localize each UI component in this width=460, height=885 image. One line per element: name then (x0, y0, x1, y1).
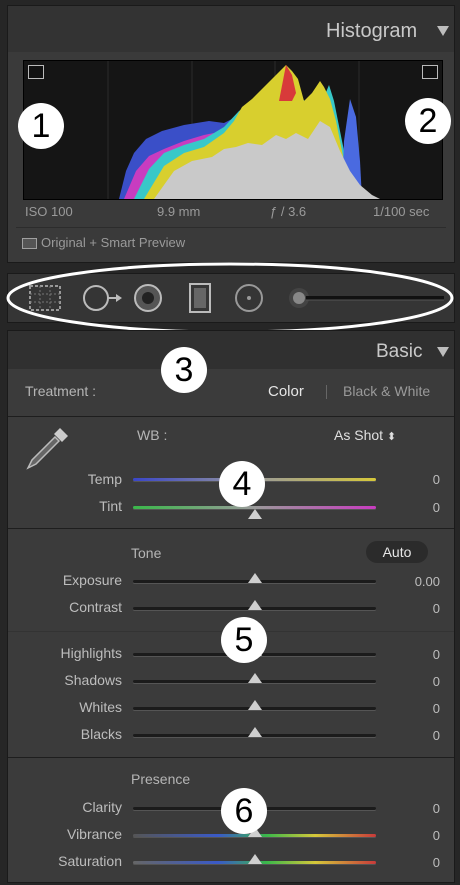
graduated-filter-icon (189, 283, 211, 313)
aperture-readout: ƒ / 3.6 (270, 204, 307, 219)
contrast-label: Contrast (69, 599, 122, 615)
wb-preset-value: As Shot (334, 427, 384, 443)
treatment-bw-option[interactable]: Black & White (343, 383, 430, 399)
histogram-title: Histogram (326, 20, 418, 42)
blacks-label: Blacks (80, 726, 122, 742)
wb-label: WB : (137, 427, 168, 443)
highlight-clipping-toggle[interactable] (422, 65, 438, 79)
preview-divider (16, 227, 446, 228)
treatment-label: Treatment : (25, 383, 97, 399)
clarity-label: Clarity (82, 799, 122, 815)
crop-overlay-icon (29, 285, 61, 311)
whites-slider-thumb[interactable] (248, 700, 262, 710)
radial-filter-icon (235, 284, 263, 312)
vibrance-label: Vibrance (66, 826, 122, 842)
shadows-label: Shadows (64, 672, 122, 688)
exposure-label: Exposure (62, 572, 122, 588)
shadows-slider-thumb[interactable] (248, 673, 262, 683)
saturation-slider-thumb[interactable] (248, 854, 262, 864)
smart-preview-label[interactable]: Original + Smart Preview (41, 235, 185, 250)
shutter-readout: 1/100 sec (373, 204, 430, 219)
annotation-5: 5 (221, 617, 267, 663)
annotation-2: 2 (405, 98, 451, 144)
whites-value[interactable]: 0 (390, 701, 440, 716)
treatment-color-option[interactable]: Color (268, 383, 304, 400)
spot-removal-icon (83, 285, 122, 311)
tone-label: Tone (131, 545, 162, 561)
collapse-triangle-icon[interactable] (437, 26, 449, 36)
contrast-slider-thumb[interactable] (248, 600, 262, 610)
saturation-value[interactable]: 0 (390, 855, 440, 870)
wb-preset-select[interactable]: As Shot ⬍ (334, 427, 396, 443)
annotation-6: 6 (221, 788, 267, 834)
iso-readout: ISO 100 (25, 204, 73, 219)
highlights-value[interactable]: 0 (390, 647, 440, 662)
divider (8, 416, 454, 417)
temp-label: Temp (87, 471, 122, 487)
vibrance-value[interactable]: 0 (390, 828, 440, 843)
adjustment-brush-icon (289, 288, 444, 308)
tool-strip-icons (6, 262, 454, 334)
presence-label: Presence (131, 771, 191, 787)
exposure-slider-thumb[interactable] (248, 573, 262, 583)
focal-length-readout: 9.9 mm (157, 204, 201, 219)
treatment-separator (326, 385, 327, 399)
smart-preview-icon (22, 238, 37, 249)
shadows-value[interactable]: 0 (390, 674, 440, 689)
blacks-slider-thumb[interactable] (248, 727, 262, 737)
whites-label: Whites (79, 699, 122, 715)
blacks-value[interactable]: 0 (390, 728, 440, 743)
saturation-label: Saturation (58, 853, 122, 869)
auto-tone-button[interactable]: Auto (366, 541, 428, 563)
highlights-label: Highlights (60, 645, 122, 661)
eyedropper-icon[interactable] (22, 420, 74, 472)
collapse-triangle-icon[interactable] (437, 347, 449, 357)
contrast-value[interactable]: 0 (390, 601, 440, 616)
annotation-3: 3 (161, 347, 207, 393)
tint-label: Tint (99, 498, 122, 514)
histogram-graph (107, 61, 380, 199)
histogram-panel: Histogram ISO 100 9.9 mm ƒ / 3.6 1/100 s… (7, 5, 455, 263)
temp-value[interactable]: 0 (390, 472, 440, 487)
clarity-value[interactable]: 0 (390, 801, 440, 816)
shadow-clipping-toggle[interactable] (28, 65, 44, 79)
annotation-4: 4 (219, 461, 265, 507)
annotation-1: 1 (18, 103, 64, 149)
divider (8, 757, 454, 758)
histogram-canvas[interactable] (23, 60, 443, 200)
divider (8, 528, 454, 529)
basic-title: Basic (376, 341, 423, 362)
exposure-value[interactable]: 0.00 (390, 574, 440, 589)
tint-value[interactable]: 0 (390, 500, 440, 515)
red-eye-icon (134, 284, 162, 312)
select-arrows-icon: ⬍ (386, 431, 397, 443)
tint-slider-thumb[interactable] (248, 509, 262, 519)
